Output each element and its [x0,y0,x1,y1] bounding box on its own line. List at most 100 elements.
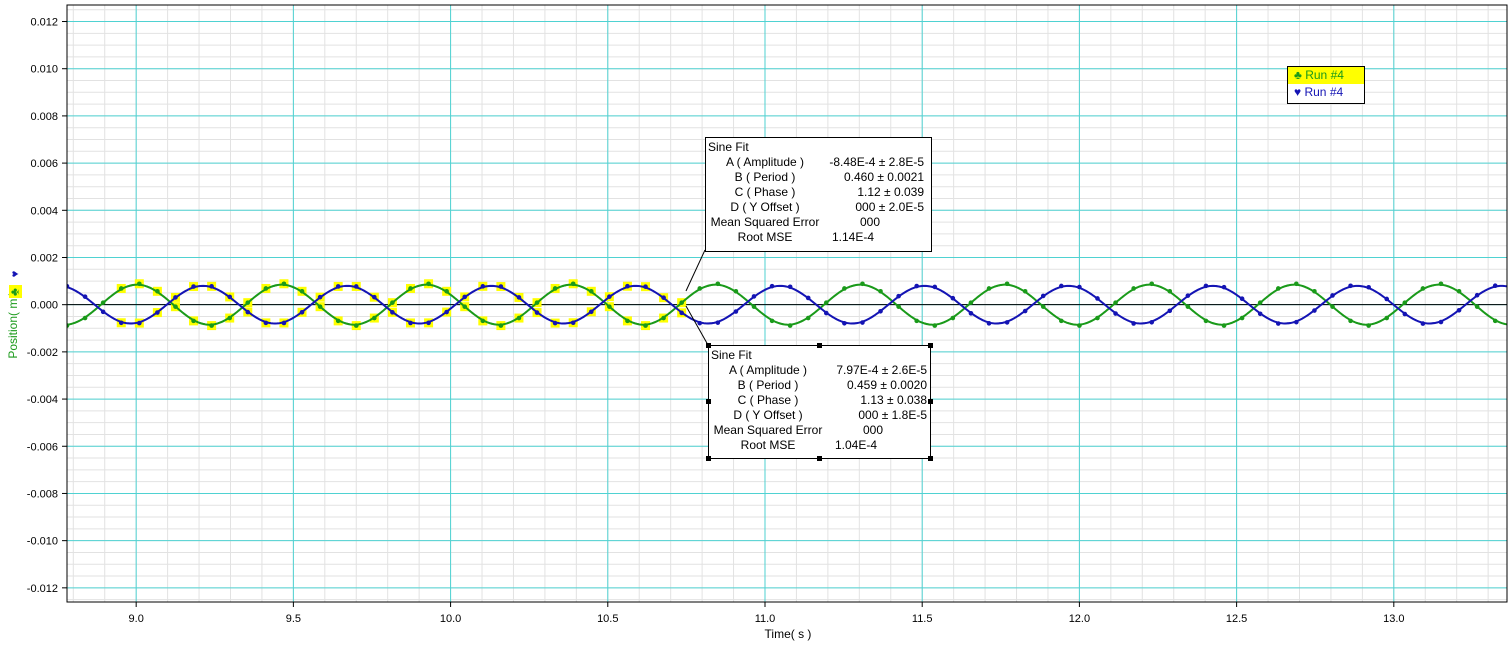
data-point [516,315,522,321]
data-point [209,323,214,328]
legend-item-club[interactable]: ♣ Run #4 [1288,67,1364,84]
fit-row-rmse: Root MSE 1.04E-4 [740,438,878,452]
data-point [335,318,341,324]
data-point [625,318,630,324]
data-point [1040,293,1046,299]
data-point [860,281,865,287]
connector-line [685,305,709,346]
data-point [173,295,178,300]
data-point [679,300,684,305]
y-tick-label: -0.004 [27,394,58,406]
data-point [1022,289,1028,294]
data-point [263,320,269,326]
data-point [353,284,359,289]
data-point [1004,320,1010,325]
data-point [607,294,612,299]
heart-icon: ♥ [1294,85,1302,99]
data-point [82,315,88,321]
resize-handle[interactable] [928,456,933,461]
data-point [1402,311,1408,317]
data-point [1077,284,1082,290]
data-point [1420,321,1426,326]
data-point [1275,321,1281,326]
chart[interactable]: 0.012 0.010 0.008 0.006 0.004 0.002 0.000 -0.00… [0,0,1512,647]
y-tick-label: 0.008 [30,111,58,123]
data-point [570,281,576,287]
data-point [372,294,377,300]
data-point [1203,283,1209,289]
data-point [480,284,486,289]
data-point [335,284,341,289]
data-point [1366,284,1371,290]
data-point [588,309,594,315]
data-point [932,323,938,328]
data-point [878,308,883,314]
data-point [842,286,847,291]
data-point [444,289,449,294]
fit-row-offset: D ( Y Offset ) 000 ± 1.8E-5 [733,408,927,422]
sine-fit-box-club[interactable]: Sine Fit A ( Amplitude ) -8.48E-4 ± 2.8E-… [705,137,932,252]
data-point [281,281,287,287]
data-point [1221,284,1227,290]
data-point [751,294,757,299]
data-point [1384,296,1390,302]
y-tick-label: 0.002 [30,252,58,264]
data-point [173,304,178,309]
data-point [1095,315,1100,321]
data-point [426,281,431,287]
data-point [1438,319,1444,325]
x-axis-title: Time( s ) [765,627,812,641]
data-point [1312,308,1317,313]
data-point [1022,308,1028,314]
data-point [1113,300,1118,305]
resize-handle[interactable] [706,399,711,404]
resize-handle[interactable] [928,399,933,404]
data-point [1040,304,1046,309]
data-point [353,323,359,328]
data-point [408,286,413,291]
data-point [824,300,829,305]
data-point [462,304,468,309]
resize-handle[interactable] [706,456,711,461]
data-point [1059,283,1064,289]
data-point [986,286,992,291]
data-point [715,281,721,287]
data-point [155,310,160,315]
data-point [498,323,504,328]
y-tick-label: 0.010 [30,64,58,76]
data-point [715,320,721,325]
data-point [299,289,305,294]
resize-handle[interactable] [928,343,933,348]
data-point [1185,304,1191,309]
club-icon: ♣ [1294,68,1302,82]
fit-row-offset: D ( Y Offset ) 000 ± 2.0E-5 [730,200,924,214]
resize-handle[interactable] [817,343,822,348]
data-point [1004,281,1010,287]
data-point [1330,304,1335,309]
data-point [408,320,413,326]
data-point [1294,319,1299,325]
data-point [805,295,811,301]
sine-fit-box-heart[interactable]: Sine Fit A ( Amplitude ) 7.97E-4 ± 2.6E-5… [706,343,933,461]
resize-handle[interactable] [817,456,822,461]
legend-item-heart[interactable]: ♥ Run #4 [1288,84,1364,101]
fit-row-phase: C ( Phase ) 1.13 ± 0.038 [737,393,927,407]
x-tick-label: 11.5 [912,613,933,625]
data-point [1167,289,1173,294]
data-point [552,320,558,326]
data-point [1113,311,1118,316]
data-point [1131,286,1136,291]
data-point [968,311,974,316]
y-tick-label: -0.008 [27,488,58,500]
data-point [896,293,901,299]
data-point [607,304,612,309]
data-point [1456,289,1462,294]
data-point [390,300,395,305]
legend[interactable]: ♣ Run #4 ♥ Run #4 [1287,66,1365,104]
y-axis-title-group: Position( m ) [6,291,20,358]
data-point [82,294,88,299]
fit-row-period: B ( Period ) 0.460 ± 0.0021 [734,170,924,184]
data-point [570,320,576,326]
resize-handle[interactable] [706,343,711,348]
data-point [390,310,395,315]
